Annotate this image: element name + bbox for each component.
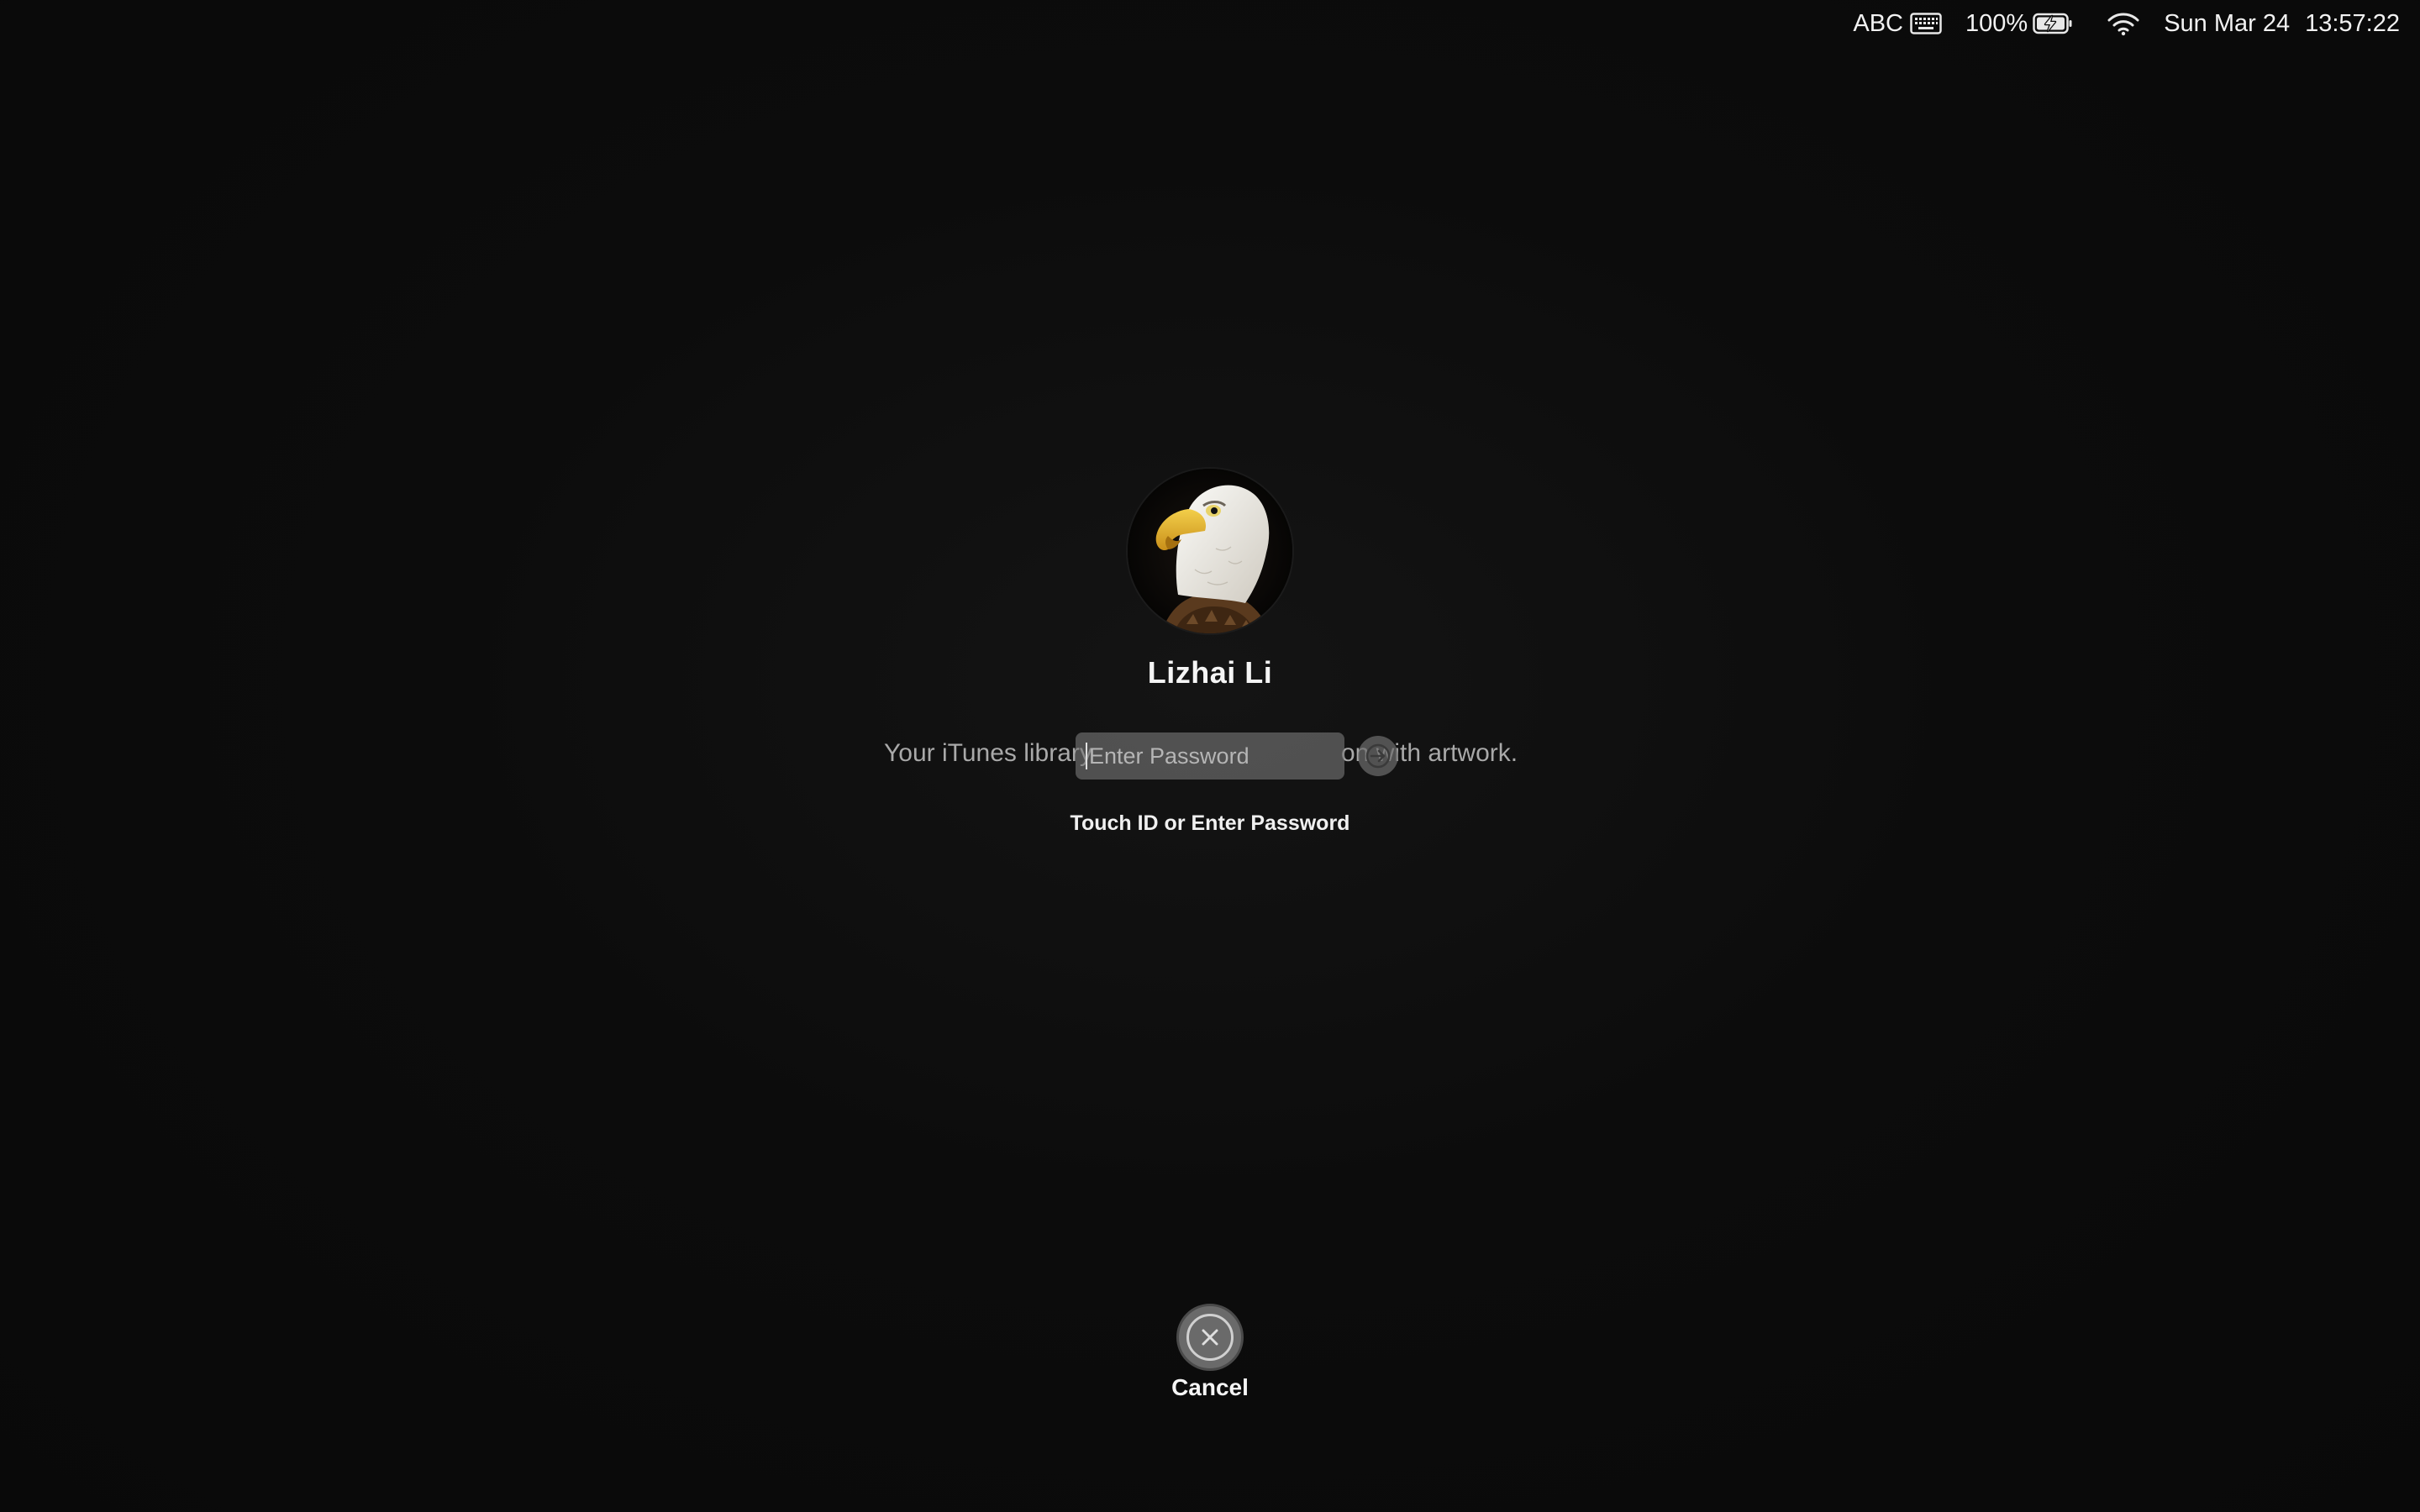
cancel-label[interactable]: Cancel: [1126, 1374, 1294, 1401]
battery-charging-icon: [2033, 13, 2073, 34]
arrow-right-icon: [1365, 743, 1391, 769]
clock[interactable]: Sun Mar 24 13:57:22: [2152, 0, 2412, 47]
password-input[interactable]: [1076, 732, 1344, 780]
close-icon: [1202, 1329, 1218, 1346]
input-source-menu[interactable]: ABC: [1841, 0, 1954, 47]
clock-date: Sun Mar 24: [2164, 9, 2291, 37]
cancel-button[interactable]: [1176, 1304, 1244, 1371]
menu-bar: ABC 100% Sun Mar 24 13:57:22: [1841, 0, 2420, 47]
battery-menu[interactable]: 100%: [1954, 0, 2085, 47]
user-avatar: [1128, 469, 1292, 633]
clock-time: 13:57:22: [2305, 9, 2400, 37]
background-message-left: Your iTunes library: [884, 739, 1092, 767]
input-source-label: ABC: [1853, 9, 1904, 37]
text-cursor: [1086, 743, 1087, 769]
wifi-menu[interactable]: [2095, 0, 2152, 47]
eagle-avatar-icon: [1128, 469, 1292, 633]
touch-id-hint: Touch ID or Enter Password: [1070, 811, 1350, 835]
lock-screen: ABC 100% Sun Mar 24 13:57:22 Lizhai Li Y…: [0, 0, 2420, 1512]
keyboard-icon: [1910, 13, 1942, 34]
cancel-button-ring: [1186, 1314, 1234, 1361]
user-name: Lizhai Li: [1147, 655, 1273, 690]
submit-password-button[interactable]: [1358, 736, 1398, 776]
battery-percent: 100%: [1965, 9, 2028, 37]
wifi-icon: [2107, 11, 2140, 36]
